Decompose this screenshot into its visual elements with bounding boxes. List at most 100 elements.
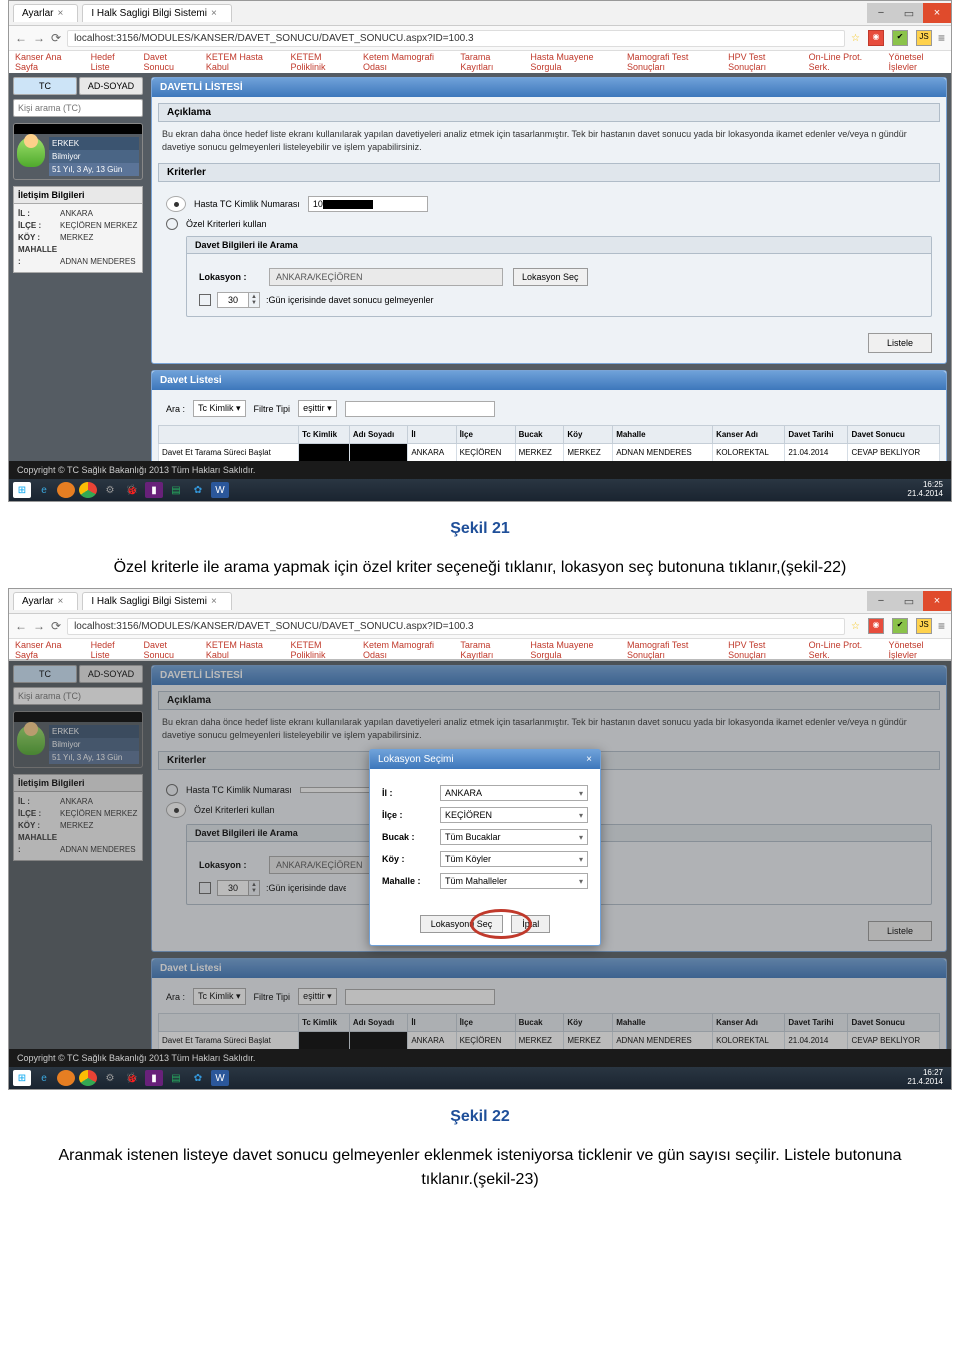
days-checkbox[interactable] xyxy=(199,294,211,306)
minimize-button[interactable]: − xyxy=(867,591,895,611)
forward-icon[interactable]: → xyxy=(33,31,45,45)
chrome-icon[interactable] xyxy=(79,1070,97,1086)
close-icon[interactable]: × xyxy=(58,8,64,19)
menu-item[interactable]: Mamografi Test Sonuçları xyxy=(627,640,714,660)
patient-status: Bilmiyor xyxy=(49,150,139,163)
menu-item[interactable]: Davet Sonucu xyxy=(144,640,192,660)
window-close-button[interactable]: × xyxy=(923,591,951,611)
browser-tab-1[interactable]: Ayarlar× xyxy=(13,4,78,22)
maximize-button[interactable]: ▭ xyxy=(895,591,923,611)
close-icon[interactable]: × xyxy=(211,8,217,19)
modal-ok-button[interactable]: Lokasyonu Seç xyxy=(420,915,504,933)
ie-icon[interactable]: e xyxy=(35,1070,53,1086)
vs-icon[interactable]: ▮ xyxy=(145,1070,163,1086)
filter-input[interactable] xyxy=(345,401,495,417)
tc-input[interactable]: 10 xyxy=(308,196,428,212)
reload-icon[interactable]: ⟳ xyxy=(51,619,61,633)
person-search-input[interactable] xyxy=(13,99,143,117)
menu-item[interactable]: Ketem Mamografi Odası xyxy=(363,52,446,72)
taskbar-clock[interactable]: 16:2521.4.2014 xyxy=(903,481,947,499)
menu-item[interactable]: On-Line Prot. Serk. xyxy=(809,640,875,660)
ext-icon[interactable]: ✔ xyxy=(892,618,908,634)
radio-tc[interactable] xyxy=(166,196,186,212)
back-icon[interactable]: ← xyxy=(15,31,27,45)
menu-item[interactable]: Hasta Muayene Sorgula xyxy=(530,640,613,660)
menu-item[interactable]: Kanser Ana Sayfa xyxy=(15,640,77,660)
sidebar-tab-tc[interactable]: TC xyxy=(13,77,77,95)
app-icon[interactable]: ✿ xyxy=(189,1070,207,1086)
radio-ozel[interactable] xyxy=(166,218,178,230)
menu-item[interactable]: Hedef Liste xyxy=(91,52,130,72)
bookmark-icon[interactable]: ☆ xyxy=(851,621,860,632)
menu-icon[interactable]: ≡ xyxy=(938,31,945,45)
modal-close-icon[interactable]: × xyxy=(586,754,592,765)
firefox-icon[interactable] xyxy=(57,1070,75,1086)
menu-item[interactable]: Mamografi Test Sonuçları xyxy=(627,52,714,72)
menu-item[interactable]: Yönetsel İşlevler xyxy=(889,640,945,660)
modal-koy-select[interactable]: Tüm Köyler xyxy=(440,851,588,867)
start-button-icon[interactable]: ⊞ xyxy=(13,482,31,498)
app-icon[interactable]: ▤ xyxy=(167,482,185,498)
maximize-button[interactable]: ▭ xyxy=(895,3,923,23)
ext-icon[interactable]: ✔ xyxy=(892,30,908,46)
menu-item[interactable]: Davet Sonucu xyxy=(144,52,192,72)
table-row[interactable]: Davet Et Tarama Süreci Başlat ANKARA KEÇ… xyxy=(159,444,940,462)
window-close-button[interactable]: × xyxy=(923,3,951,23)
browser-tab-2[interactable]: I Halk Sagligi Bilgi Sistemi× xyxy=(82,4,231,22)
chrome-icon[interactable] xyxy=(79,482,97,498)
ext-icon[interactable]: JS xyxy=(916,618,932,634)
browser-tab-1[interactable]: Ayarlar× xyxy=(13,592,78,610)
menu-item[interactable]: Hedef Liste xyxy=(91,640,130,660)
menu-item[interactable]: On-Line Prot. Serk. xyxy=(809,52,875,72)
menu-item[interactable]: Hasta Muayene Sorgula xyxy=(530,52,613,72)
days-spinner[interactable]: ▲▼ xyxy=(217,292,260,308)
url-input[interactable]: localhost:3156/MODULES/KANSER/DAVET_SONU… xyxy=(67,30,845,47)
ie-icon[interactable]: e xyxy=(35,482,53,498)
menu-item[interactable]: HPV Test Sonuçları xyxy=(728,640,795,660)
modal-bucak-select[interactable]: Tüm Bucaklar xyxy=(440,829,588,845)
menu-item[interactable]: KETEM Hasta Kabul xyxy=(206,52,277,72)
back-icon[interactable]: ← xyxy=(15,619,27,633)
sidebar-tab-ad[interactable]: AD-SOYAD xyxy=(79,77,143,95)
app-icon[interactable]: ▤ xyxy=(167,1070,185,1086)
modal-cancel-button[interactable]: İptal xyxy=(511,915,550,933)
taskbar-clock[interactable]: 16:2721.4.2014 xyxy=(903,1069,947,1087)
app-icon[interactable]: ⚙ xyxy=(101,1070,119,1086)
lokasyon-sec-button[interactable]: Lokasyon Seç xyxy=(513,268,588,286)
app-icon[interactable]: ⚙ xyxy=(101,482,119,498)
start-button-icon[interactable]: ⊞ xyxy=(13,1070,31,1086)
row-action[interactable]: Davet Et Tarama Süreci Başlat xyxy=(159,444,299,462)
vs-icon[interactable]: ▮ xyxy=(145,482,163,498)
word-icon[interactable]: W xyxy=(211,482,229,498)
menu-item[interactable]: KETEM Hasta Kabul xyxy=(206,640,277,660)
minimize-button[interactable]: − xyxy=(867,3,895,23)
menu-item[interactable]: HPV Test Sonuçları xyxy=(728,52,795,72)
menu-item[interactable]: Kanser Ana Sayfa xyxy=(15,52,77,72)
reload-icon[interactable]: ⟳ xyxy=(51,31,61,45)
modal-ilce-select[interactable]: KEÇİÖREN xyxy=(440,807,588,823)
menu-item[interactable]: Yönetsel İşlevler xyxy=(889,52,945,72)
bookmark-icon[interactable]: ☆ xyxy=(851,33,860,44)
modal-il-select[interactable]: ANKARA xyxy=(440,785,588,801)
app-icon[interactable]: 🐞 xyxy=(123,1070,141,1086)
menu-item[interactable]: Tarama Kayıtları xyxy=(460,52,516,72)
filtre-tipi-select[interactable]: eşittir ▾ xyxy=(298,400,337,417)
ext-icon[interactable]: JS xyxy=(916,30,932,46)
ara-select[interactable]: Tc Kimlik ▾ xyxy=(193,400,246,417)
listele-button[interactable]: Listele xyxy=(868,333,932,353)
firefox-icon[interactable] xyxy=(57,482,75,498)
forward-icon[interactable]: → xyxy=(33,619,45,633)
menu-item[interactable]: KETEM Poliklinik xyxy=(290,640,349,660)
url-input[interactable]: localhost:3156/MODULES/KANSER/DAVET_SONU… xyxy=(67,618,845,635)
menu-item[interactable]: KETEM Poliklinik xyxy=(290,52,349,72)
browser-tab-2[interactable]: I Halk Sagligi Bilgi Sistemi× xyxy=(82,592,231,610)
ext-icon[interactable]: ◉ xyxy=(868,30,884,46)
app-icon[interactable]: ✿ xyxy=(189,482,207,498)
app-icon[interactable]: 🐞 xyxy=(123,482,141,498)
modal-mahalle-select[interactable]: Tüm Mahalleler xyxy=(440,873,588,889)
menu-item[interactable]: Tarama Kayıtları xyxy=(460,640,516,660)
ext-icon[interactable]: ◉ xyxy=(868,618,884,634)
menu-item[interactable]: Ketem Mamografi Odası xyxy=(363,640,446,660)
word-icon[interactable]: W xyxy=(211,1070,229,1086)
menu-icon[interactable]: ≡ xyxy=(938,619,945,633)
